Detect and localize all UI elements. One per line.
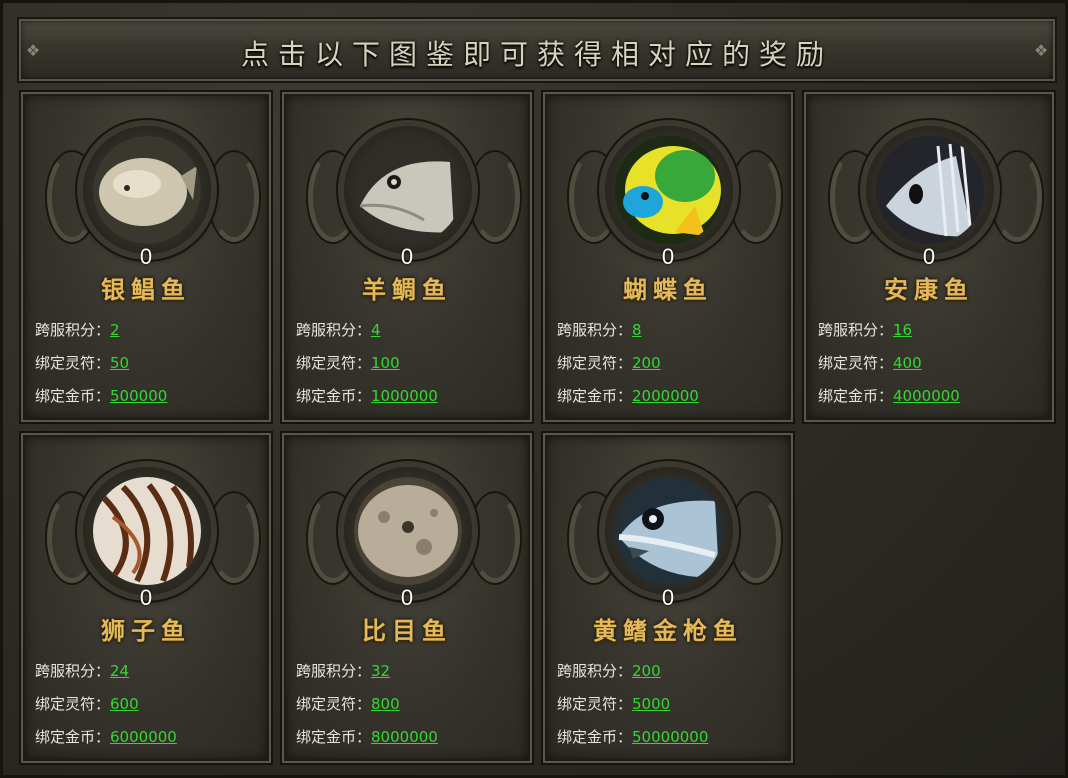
fish-name: 黄鳍金枪鱼 [593,616,743,645]
frame-ornament [209,152,259,242]
talisman-label: 绑定灵符： [35,695,111,713]
points-value-link[interactable]: 24 [110,662,129,680]
talisman-value-link[interactable]: 50 [110,354,129,372]
talisman-value-link[interactable]: 200 [632,354,661,372]
points-value-link[interactable]: 16 [893,321,912,339]
frame-ornament [470,493,520,583]
fish-name: 狮子鱼 [101,616,191,645]
fish-name: 安康鱼 [884,275,974,304]
frame-ornament [731,152,781,242]
gold-value-link[interactable]: 8000000 [371,728,438,746]
reward-panel: ❖ 点击以下图鉴即可获得相对应的奖励 ❖ 0 银鲳鱼 跨服积分：2 绑定灵符：5… [0,0,1068,778]
fish-name: 比目鱼 [362,616,452,645]
frame-ornament [209,493,259,583]
fish-count: 0 [400,244,414,269]
points-label: 跨服积分： [557,662,633,680]
fish-medallion[interactable] [344,467,472,595]
fish-name: 羊鲷鱼 [362,275,452,304]
gold-label: 绑定金币： [35,387,111,405]
fish-count: 0 [139,585,153,610]
fish-card[interactable]: 0 黄鳍金枪鱼 跨服积分：200 绑定灵符：5000 绑定金币：50000000 [541,431,795,765]
flounder-icon [354,477,462,585]
fish-card[interactable]: 0 狮子鱼 跨服积分：24 绑定灵符：600 绑定金币：6000000 [19,431,273,765]
fish-count: 0 [661,585,675,610]
fish-name: 银鲳鱼 [101,275,191,304]
talisman-value-link[interactable]: 600 [110,695,139,713]
points-value-link[interactable]: 200 [632,662,661,680]
fish-medallion[interactable] [605,126,733,254]
talisman-label: 绑定灵符： [557,354,633,372]
fish-count: 0 [400,585,414,610]
points-value-link[interactable]: 4 [371,321,381,339]
points-value-link[interactable]: 32 [371,662,390,680]
talisman-label: 绑定灵符： [296,695,372,713]
anglerfish-icon [876,136,984,244]
talisman-value-link[interactable]: 5000 [632,695,670,713]
talisman-label: 绑定灵符： [818,354,894,372]
fish-card[interactable]: 0 羊鲷鱼 跨服积分：4 绑定灵符：100 绑定金币：1000000 [280,90,534,424]
lionfish-icon [93,477,201,585]
page-title: 点击以下图鉴即可获得相对应的奖励 [240,38,833,71]
fish-medallion[interactable] [866,126,994,254]
gold-value-link[interactable]: 2000000 [632,387,699,405]
butterflyfish-icon [615,136,723,244]
gold-label: 绑定金币： [557,728,633,746]
points-label: 跨服积分： [296,662,372,680]
talisman-value-link[interactable]: 100 [371,354,400,372]
frame-ornament [992,152,1042,242]
gold-label: 绑定金币： [557,387,633,405]
gold-value-link[interactable]: 1000000 [371,387,438,405]
fish-medallion[interactable] [83,467,211,595]
gold-label: 绑定金币： [296,728,372,746]
fish-count: 0 [922,244,936,269]
fish-card[interactable]: 0 银鲳鱼 跨服积分：2 绑定灵符：50 绑定金币：500000 [19,90,273,424]
talisman-label: 绑定灵符： [35,354,111,372]
points-label: 跨服积分： [557,321,633,339]
points-label: 跨服积分： [818,321,894,339]
gold-label: 绑定金币： [35,728,111,746]
points-label: 跨服积分： [35,321,111,339]
fish-codex-grid: 0 银鲳鱼 跨服积分：2 绑定灵符：50 绑定金币：500000 0 羊鲷鱼 跨… [19,90,1061,770]
talisman-label: 绑定灵符： [557,695,633,713]
fish-medallion[interactable] [83,126,211,254]
talisman-label: 绑定灵符： [296,354,372,372]
title-bar: ❖ 点击以下图鉴即可获得相对应的奖励 ❖ [17,17,1057,83]
points-label: 跨服积分： [35,662,111,680]
points-label: 跨服积分： [296,321,372,339]
yellowfin-tuna-icon [615,477,723,585]
gold-value-link[interactable]: 6000000 [110,728,177,746]
fish-name: 蝴蝶鱼 [623,275,713,304]
points-value-link[interactable]: 2 [110,321,120,339]
fish-card[interactable]: 0 蝴蝶鱼 跨服积分：8 绑定灵符：200 绑定金币：2000000 [541,90,795,424]
fish-count: 0 [661,244,675,269]
gold-label: 绑定金币： [296,387,372,405]
fish-medallion[interactable] [344,126,472,254]
ornament-right-icon: ❖ [1033,41,1049,60]
gold-label: 绑定金币： [818,387,894,405]
gold-value-link[interactable]: 4000000 [893,387,960,405]
sheepshead-icon [354,136,462,244]
fish-count: 0 [139,244,153,269]
talisman-value-link[interactable]: 400 [893,354,922,372]
talisman-value-link[interactable]: 800 [371,695,400,713]
frame-ornament [731,493,781,583]
fish-medallion[interactable] [605,467,733,595]
points-value-link[interactable]: 8 [632,321,642,339]
silver-pomfret-icon [93,136,201,244]
gold-value-link[interactable]: 50000000 [632,728,708,746]
fish-card[interactable]: 0 安康鱼 跨服积分：16 绑定灵符：400 绑定金币：4000000 [802,90,1056,424]
fish-card[interactable]: 0 比目鱼 跨服积分：32 绑定灵符：800 绑定金币：8000000 [280,431,534,765]
frame-ornament [470,152,520,242]
gold-value-link[interactable]: 500000 [110,387,167,405]
